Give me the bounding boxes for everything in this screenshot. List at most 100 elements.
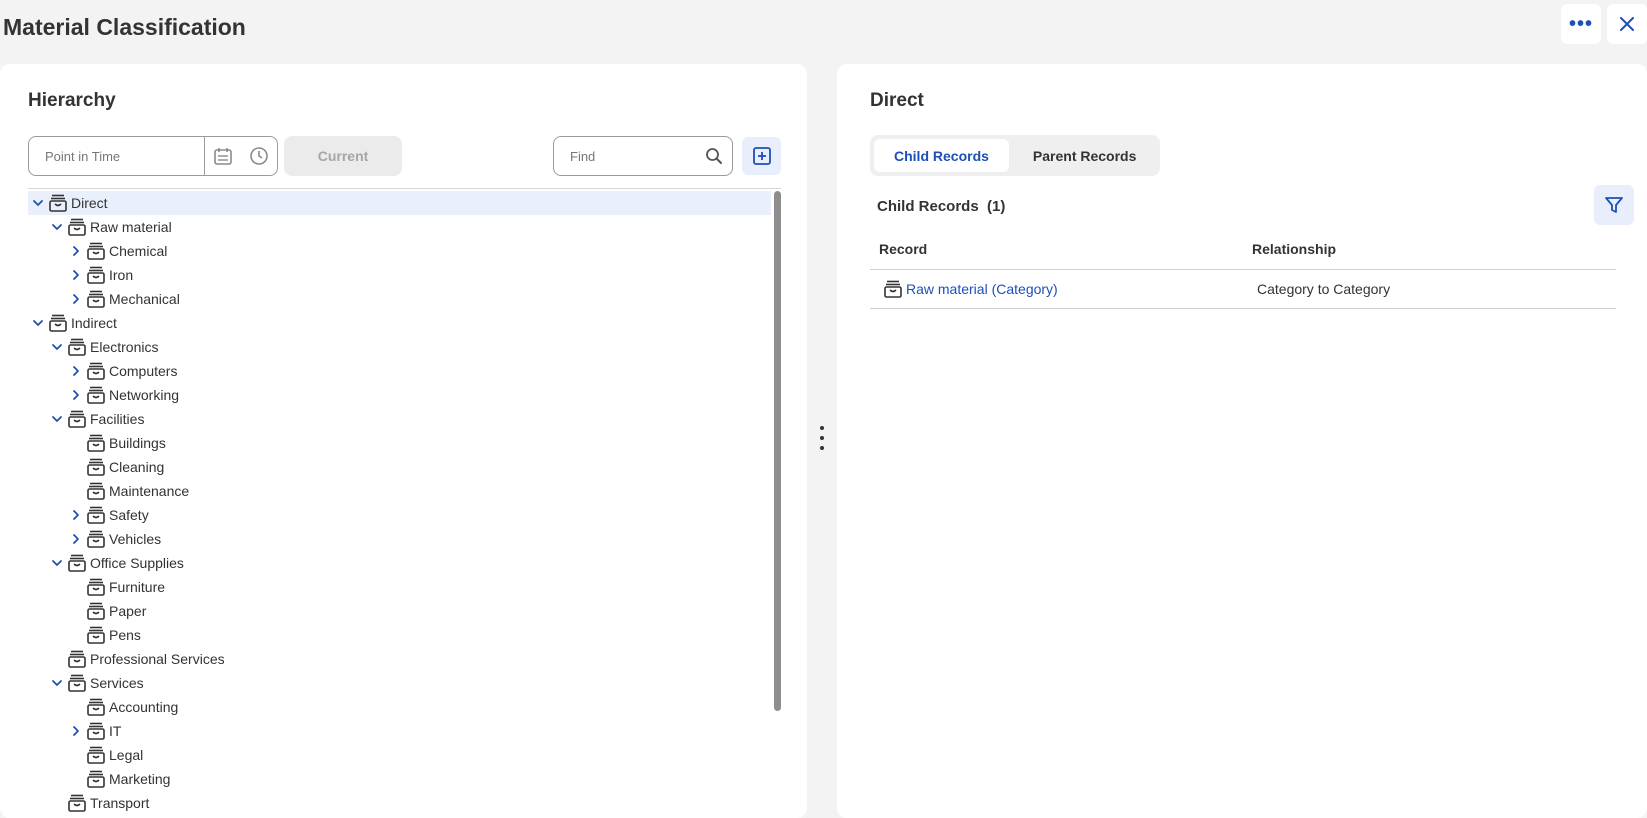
- tab-child-records[interactable]: Child Records: [874, 139, 1009, 172]
- current-button[interactable]: Current: [284, 136, 402, 176]
- tree-node-label: Networking: [109, 387, 180, 403]
- find-input[interactable]: [554, 137, 699, 175]
- tree-node-label: Computers: [109, 363, 178, 379]
- category-box-icon: [67, 649, 87, 669]
- tree-node-label: Mechanical: [109, 291, 180, 307]
- tree-node-label: Transport: [90, 795, 150, 811]
- search-button[interactable]: [699, 147, 729, 165]
- tree-scrollbar[interactable]: [773, 191, 781, 814]
- category-box-icon: [67, 217, 87, 237]
- chevron-down-icon[interactable]: [28, 313, 48, 333]
- filter-button[interactable]: [1594, 185, 1634, 225]
- tree-node[interactable]: Pens: [28, 623, 771, 647]
- details-heading: Direct: [870, 90, 924, 111]
- close-button[interactable]: [1607, 4, 1647, 44]
- category-box-icon: [86, 433, 106, 453]
- chevron-right-icon[interactable]: [66, 385, 86, 405]
- calendar-icon: [214, 148, 232, 165]
- clock-button[interactable]: [241, 137, 277, 175]
- tab-parent-records[interactable]: Parent Records: [1013, 139, 1156, 172]
- panel-splitter[interactable]: [816, 426, 828, 450]
- tree-node[interactable]: Iron: [28, 263, 771, 287]
- tree-node-label: Chemical: [109, 243, 168, 259]
- category-box-icon: [86, 265, 106, 285]
- tree-node[interactable]: Networking: [28, 383, 771, 407]
- chevron-down-icon[interactable]: [47, 217, 67, 237]
- tree-node[interactable]: Professional Services: [28, 647, 771, 671]
- details-panel: Direct Child Records Parent Records Chil…: [837, 64, 1647, 818]
- relationship-cell: Category to Category: [1243, 269, 1616, 309]
- more-horizontal-icon: •••: [1568, 12, 1593, 35]
- tree-node-label: Office Supplies: [90, 555, 184, 571]
- tree-node[interactable]: IT: [28, 719, 771, 743]
- tree-node[interactable]: Mechanical: [28, 287, 771, 311]
- tree-node[interactable]: Vehicles: [28, 527, 771, 551]
- filter-icon: [1605, 197, 1623, 213]
- more-button[interactable]: •••: [1561, 4, 1601, 44]
- tree-node[interactable]: Furniture: [28, 575, 771, 599]
- tree-node-label: Pens: [109, 627, 141, 643]
- tree-node[interactable]: Cleaning: [28, 455, 771, 479]
- tree-scrollbar-thumb[interactable]: [774, 191, 781, 711]
- category-box-icon: [86, 529, 106, 549]
- column-header-relationship[interactable]: Relationship: [1243, 229, 1616, 270]
- chevron-down-icon[interactable]: [47, 673, 67, 693]
- tree-node[interactable]: Marketing: [28, 767, 771, 791]
- record-link[interactable]: Raw material (Category): [906, 281, 1058, 297]
- chevron-down-icon[interactable]: [47, 337, 67, 357]
- chevron-right-icon[interactable]: [66, 505, 86, 525]
- tree-node[interactable]: Buildings: [28, 431, 771, 455]
- add-button[interactable]: [742, 137, 781, 175]
- chevron-right-icon[interactable]: [66, 721, 86, 741]
- tree-node[interactable]: Safety: [28, 503, 771, 527]
- tree-node[interactable]: Direct: [28, 191, 771, 215]
- calendar-button[interactable]: [205, 137, 241, 175]
- child-records-title: Child Records (1): [877, 198, 1006, 215]
- tree-node[interactable]: Computers: [28, 359, 771, 383]
- tree-node[interactable]: Legal: [28, 743, 771, 767]
- tree-node[interactable]: Raw material: [28, 215, 771, 239]
- tree-node[interactable]: Transport: [28, 791, 771, 815]
- tree-node[interactable]: Maintenance: [28, 479, 771, 503]
- tree-node-label: Buildings: [109, 435, 166, 451]
- category-box-icon: [67, 553, 87, 573]
- point-in-time-input[interactable]: [29, 137, 204, 175]
- hierarchy-heading: Hierarchy: [28, 90, 116, 111]
- tree-node[interactable]: Indirect: [28, 311, 771, 335]
- tree-node[interactable]: Office Supplies: [28, 551, 771, 575]
- tree-node[interactable]: Facilities: [28, 407, 771, 431]
- tree-node-label: Accounting: [109, 699, 179, 715]
- tree-node[interactable]: Paper: [28, 599, 771, 623]
- tree-node[interactable]: Accounting: [28, 695, 771, 719]
- tree-node-label: Vehicles: [109, 531, 162, 547]
- tree-node-label: Legal: [109, 747, 144, 763]
- chevron-down-icon[interactable]: [28, 193, 48, 213]
- splitter-dot: [820, 436, 824, 440]
- chevron-right-icon[interactable]: [66, 241, 86, 261]
- tree-node-label: Direct: [71, 195, 108, 211]
- column-header-record[interactable]: Record: [870, 229, 1243, 270]
- tree-node[interactable]: Services: [28, 671, 771, 695]
- chevron-right-icon[interactable]: [66, 265, 86, 285]
- tree-node[interactable]: Chemical: [28, 239, 771, 263]
- chevron-down-icon[interactable]: [47, 553, 67, 573]
- hierarchy-panel: Hierarchy Current: [0, 64, 807, 818]
- chevron-right-icon[interactable]: [66, 289, 86, 309]
- category-box-icon: [86, 289, 106, 309]
- tree-node-label: Maintenance: [109, 483, 190, 499]
- tree-node-label: Facilities: [90, 411, 145, 427]
- tree-node-label: Professional Services: [90, 651, 225, 667]
- chevron-down-icon[interactable]: [47, 409, 67, 429]
- tree-node-label: IT: [109, 723, 122, 739]
- add-square-icon: [752, 147, 771, 165]
- splitter-dot: [820, 446, 824, 450]
- table-header-row: Record Relationship: [870, 229, 1616, 270]
- tree-node[interactable]: Electronics: [28, 335, 771, 359]
- tree-node-label: Furniture: [109, 579, 166, 595]
- category-box-icon: [86, 241, 106, 261]
- category-box-icon: [67, 793, 87, 813]
- chevron-right-icon[interactable]: [66, 361, 86, 381]
- category-box-icon: [86, 481, 106, 501]
- chevron-right-icon[interactable]: [66, 529, 86, 549]
- search-icon: [706, 148, 722, 164]
